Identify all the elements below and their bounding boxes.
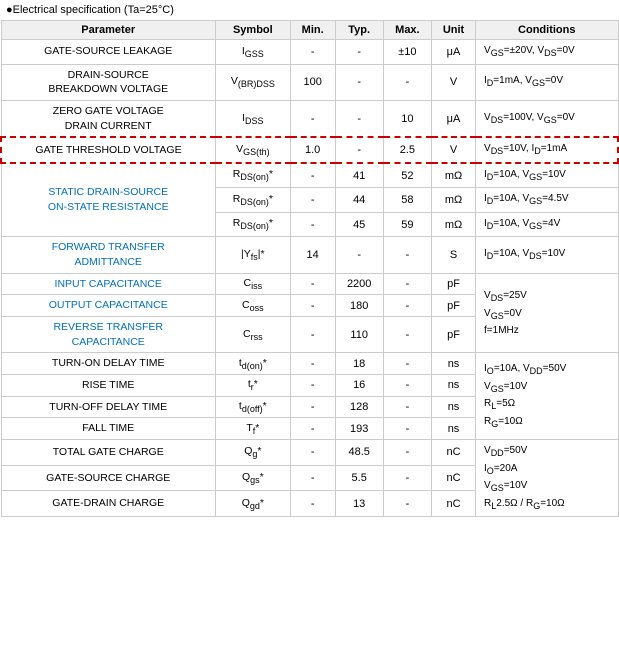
col-min: Min. [290, 21, 335, 40]
col-symbol: Symbol [215, 21, 290, 40]
spec-table: Parameter Symbol Min. Typ. Max. Unit Con… [0, 20, 619, 517]
col-max: Max. [383, 21, 431, 40]
col-unit: Unit [432, 21, 476, 40]
col-parameter: Parameter [1, 21, 215, 40]
col-typ: Typ. [335, 21, 383, 40]
header: ●Electrical specification (Ta=25°C) [0, 0, 619, 20]
col-conditions: Conditions [476, 21, 618, 40]
